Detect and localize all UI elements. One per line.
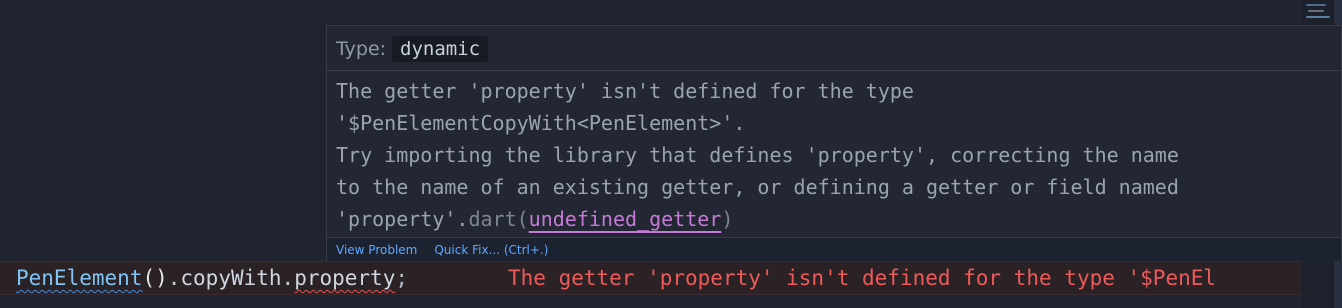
message-line-last: 'property'.dart(undefined_getter) — [336, 203, 1326, 235]
semicolon-token: ; — [395, 266, 409, 290]
code-open-paren: ( — [516, 207, 529, 231]
class-token[interactable]: PenElement — [16, 266, 142, 290]
type-row: Type: dynamic — [336, 35, 489, 63]
message-line: The getter 'property' isn't defined for … — [336, 79, 914, 103]
hover-widget: Type: dynamic The getter 'property' isn'… — [326, 25, 1342, 261]
type-value: dynamic — [392, 36, 489, 62]
view-problem-link[interactable]: View Problem — [336, 243, 417, 257]
hover-divider — [327, 70, 1341, 71]
dot-token: . — [281, 266, 295, 290]
code-text[interactable]: PenElement().copyWith.property; — [16, 264, 408, 292]
diagnostic-message: The getter 'property' isn't defined for … — [336, 75, 1326, 235]
hover-status-bar: View Problem Quick Fix... (Ctrl+.) — [327, 237, 1341, 261]
message-line: Try importing the library that defines '… — [336, 143, 1179, 167]
code-line-error[interactable]: PenElement().copyWith.property; The gett… — [0, 261, 1302, 295]
diagnostic-code-link[interactable]: undefined_getter — [529, 207, 722, 231]
message-line-text: 'property'. — [336, 207, 469, 231]
code-close-paren: ) — [721, 207, 734, 231]
message-line: '$PenElementCopyWith<PenElement>'. — [336, 111, 746, 135]
minimap-line — [1308, 10, 1324, 12]
paren-token: () — [142, 266, 168, 290]
minimap-line — [1306, 16, 1330, 18]
message-line: to the name of an existing getter, or de… — [336, 175, 1179, 199]
minimap-line — [1306, 4, 1326, 6]
member-token[interactable]: copyWith — [180, 266, 281, 290]
quick-fix-link[interactable]: Quick Fix... (Ctrl+.) — [434, 243, 548, 257]
inline-error-message: The getter 'property' isn't defined for … — [508, 266, 1217, 290]
dot-token: . — [167, 266, 181, 290]
property-token-error[interactable]: property — [294, 266, 395, 290]
diagnostic-source: dart — [468, 207, 517, 231]
type-label: Type: — [336, 38, 387, 60]
